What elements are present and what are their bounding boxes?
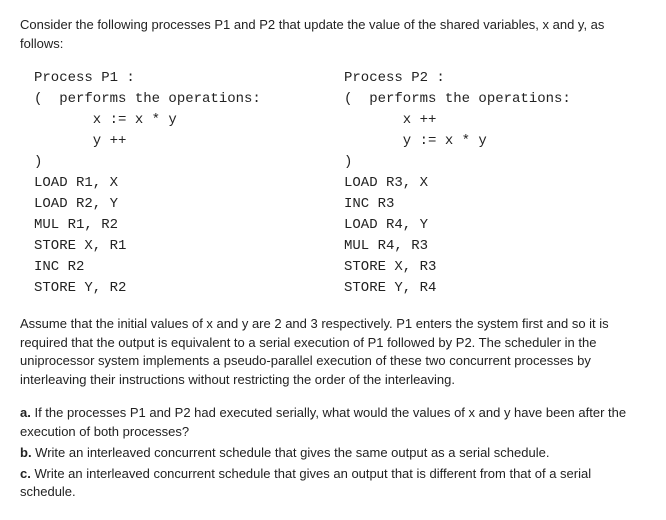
p1-op2: y ++ bbox=[34, 133, 126, 149]
p1-open: ( performs the operations: bbox=[34, 91, 261, 107]
question-c-label: c. bbox=[20, 466, 31, 481]
p2-instr-4: MUL R4, R3 bbox=[344, 238, 428, 254]
p2-open: ( performs the operations: bbox=[344, 91, 571, 107]
process-code-block: Process P1 : ( performs the operations: … bbox=[20, 68, 646, 299]
question-b-label: b. bbox=[20, 445, 32, 460]
p1-instr-3: MUL R1, R2 bbox=[34, 217, 118, 233]
p2-instr-5: STORE X, R3 bbox=[344, 259, 436, 275]
process-p1-column: Process P1 : ( performs the operations: … bbox=[20, 68, 344, 299]
assumption-text: Assume that the initial values of x and … bbox=[20, 315, 646, 390]
p1-instr-4: STORE X, R1 bbox=[34, 238, 126, 254]
p1-instr-2: LOAD R2, Y bbox=[34, 196, 118, 212]
p2-instr-3: LOAD R4, Y bbox=[344, 217, 428, 233]
p2-op2: y := x * y bbox=[344, 133, 487, 149]
p1-instr-1: LOAD R1, X bbox=[34, 175, 118, 191]
question-c-text: Write an interleaved concurrent schedule… bbox=[20, 466, 591, 500]
p1-op1: x := x * y bbox=[34, 112, 177, 128]
process-p2-column: Process P2 : ( performs the operations: … bbox=[344, 68, 571, 299]
p2-instr-1: LOAD R3, X bbox=[344, 175, 428, 191]
p2-close: ) bbox=[344, 154, 352, 170]
question-a: a. If the processes P1 and P2 had execut… bbox=[20, 404, 646, 442]
question-b: b. Write an interleaved concurrent sched… bbox=[20, 444, 646, 463]
question-b-text: Write an interleaved concurrent schedule… bbox=[32, 445, 550, 460]
p1-header: Process P1 : bbox=[34, 70, 135, 86]
question-c: c. Write an interleaved concurrent sched… bbox=[20, 465, 646, 503]
p2-header: Process P2 : bbox=[344, 70, 445, 86]
p1-instr-6: STORE Y, R2 bbox=[34, 280, 126, 296]
p1-instr-5: INC R2 bbox=[34, 259, 84, 275]
p2-instr-2: INC R3 bbox=[344, 196, 394, 212]
question-a-text: If the processes P1 and P2 had executed … bbox=[20, 405, 626, 439]
question-a-label: a. bbox=[20, 405, 31, 420]
intro-text: Consider the following processes P1 and … bbox=[20, 16, 646, 54]
p2-instr-6: STORE Y, R4 bbox=[344, 280, 436, 296]
p2-op1: x ++ bbox=[344, 112, 436, 128]
p1-close: ) bbox=[34, 154, 42, 170]
